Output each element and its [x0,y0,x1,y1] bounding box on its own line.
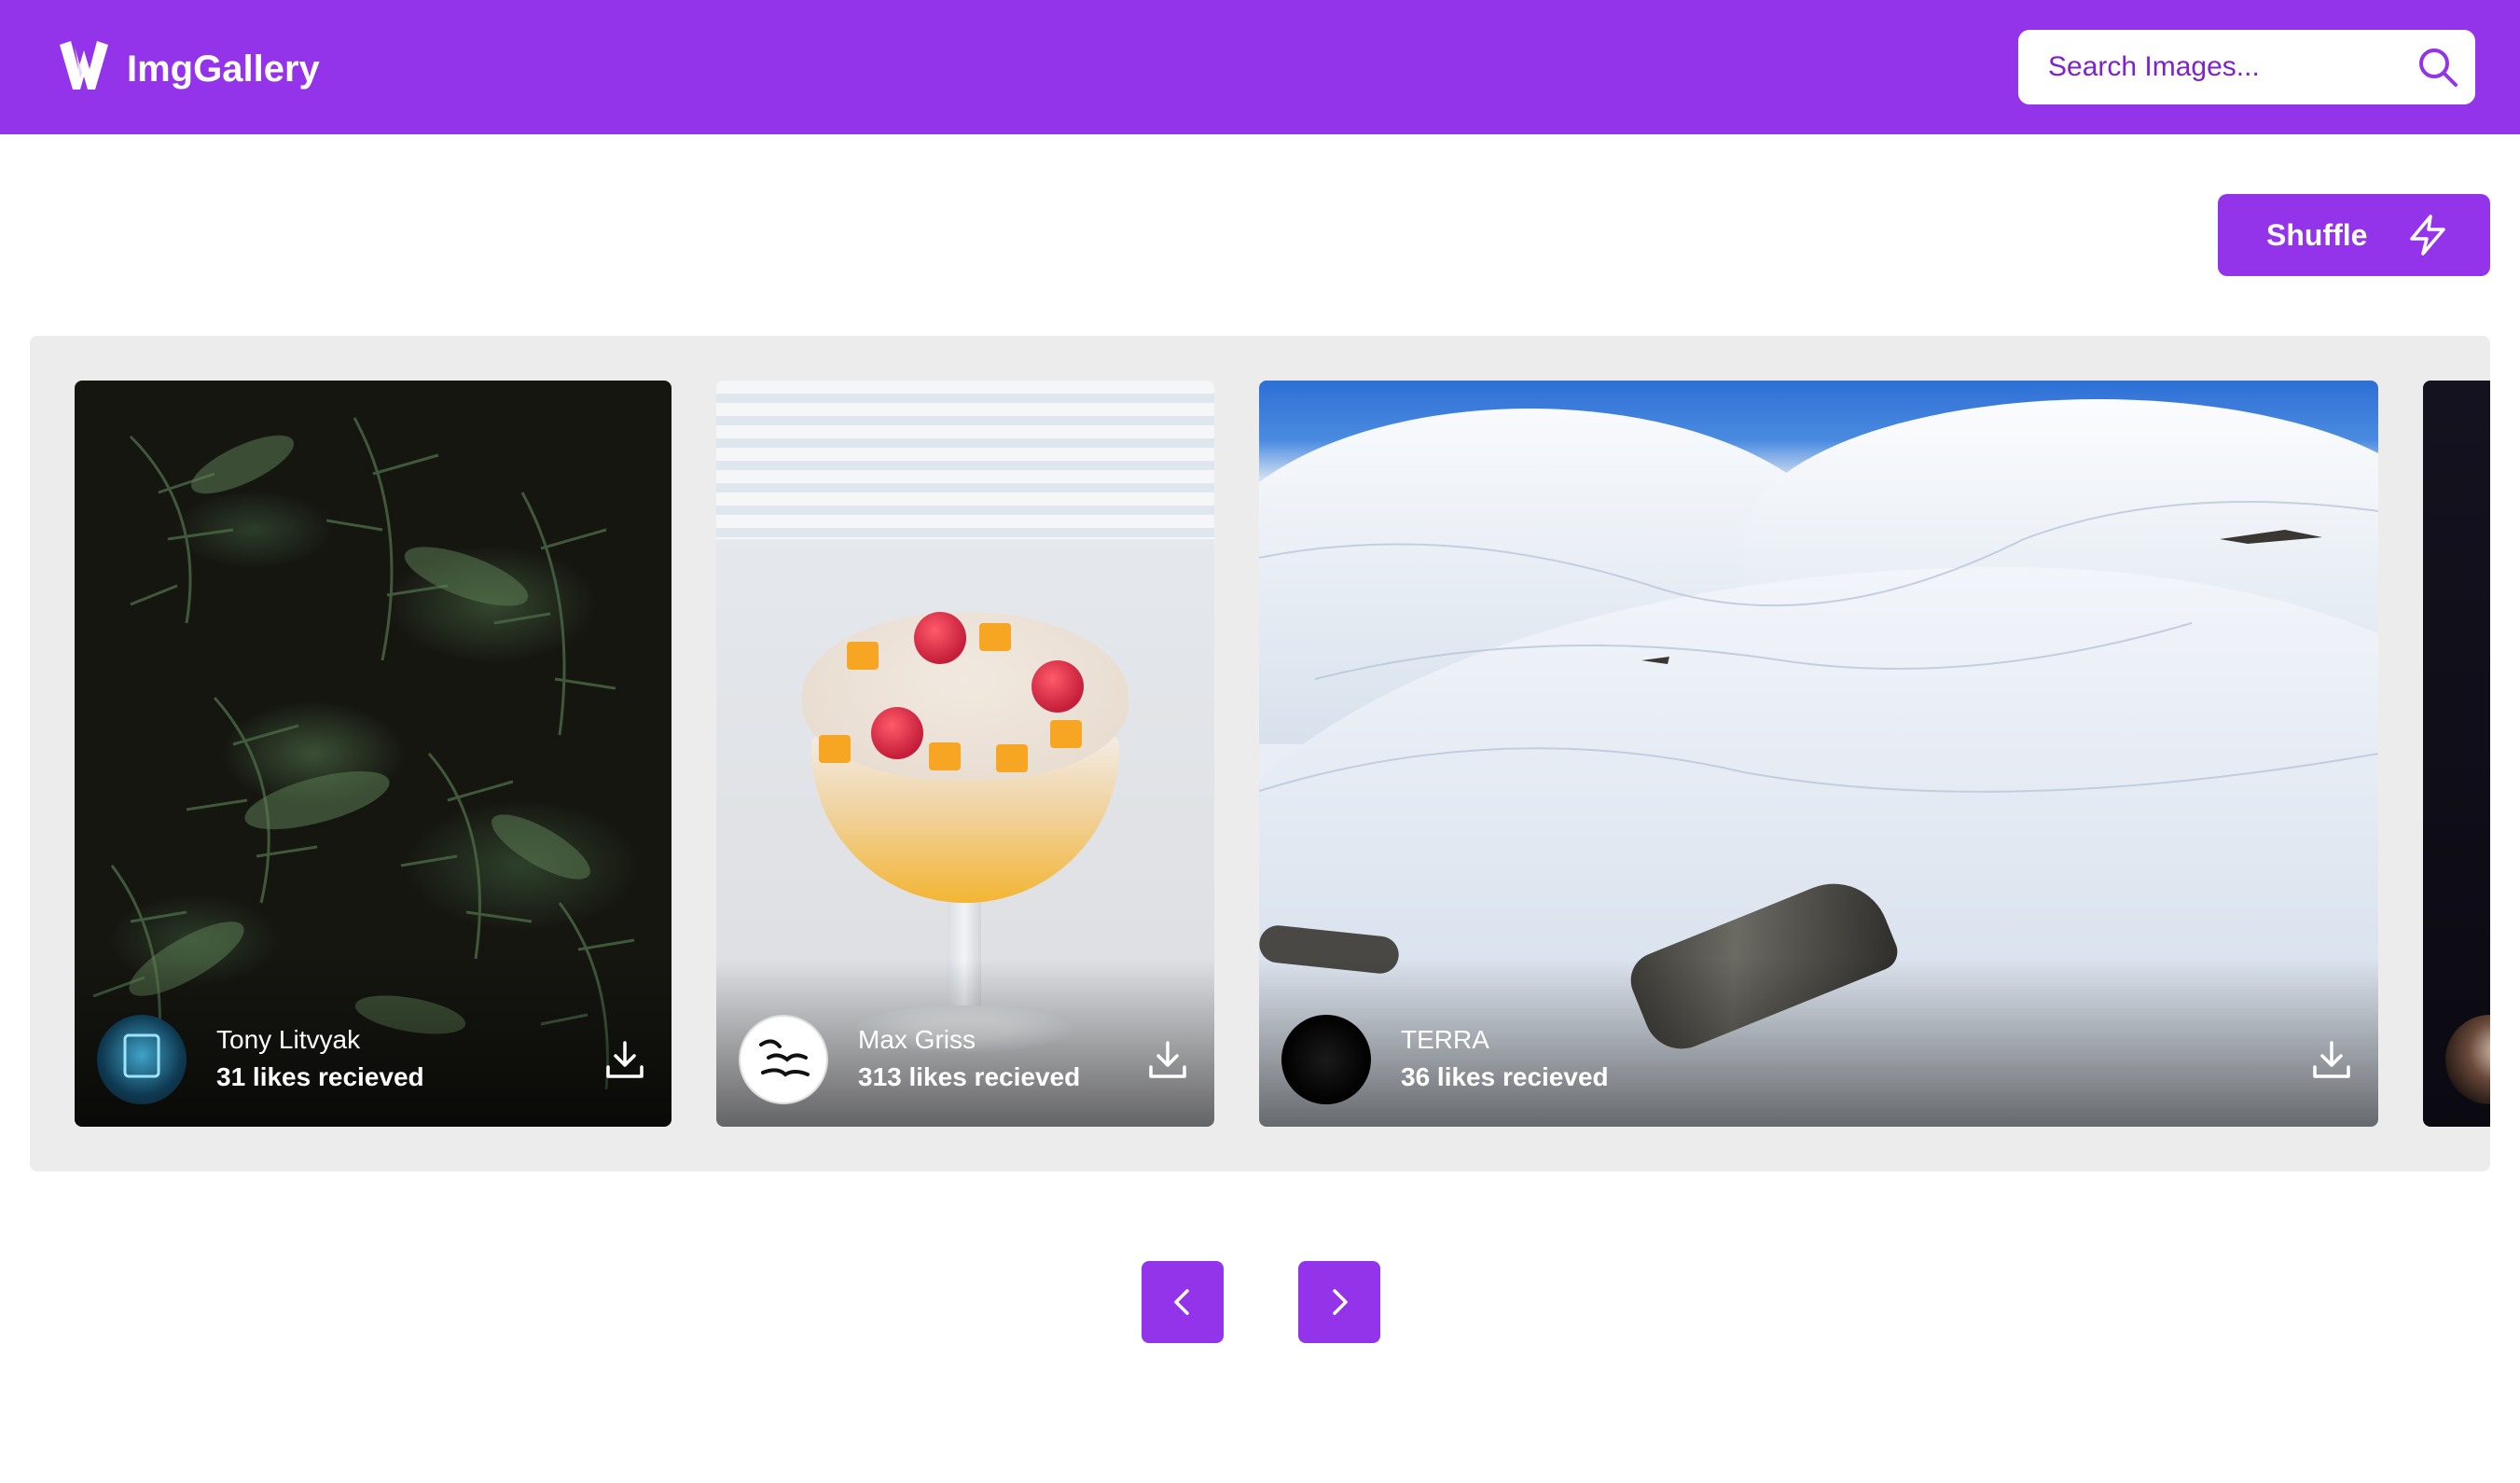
author-name: Max Griss [858,1025,976,1054]
chevron-right-icon [1333,1289,1348,1315]
mango-piece [979,623,1011,651]
shuffle-button[interactable]: Shuffle [2218,194,2490,276]
image-card[interactable] [2423,381,2490,1127]
image-card[interactable]: Max Griss 313 likes recieved [716,381,1214,1127]
header: ImgGallery [0,0,2520,134]
author-avatar[interactable] [97,1015,187,1104]
image-carousel: Tony Litvyak 31 likes recieved Max Griss… [30,336,2490,1171]
search-box [2018,30,2475,104]
chevron-left-icon [1174,1289,1189,1315]
mango-piece [847,642,879,670]
photo-dark [2423,381,2490,1127]
likes-count: 36 likes recieved [1401,1062,1609,1091]
author-name: TERRA [1401,1025,1489,1054]
prev-button[interactable] [1142,1261,1224,1343]
author-avatar[interactable] [1281,1015,1371,1104]
lightning-icon [2410,215,2445,256]
shuffle-label: Shuffle [2266,217,2368,252]
mango-piece [1050,720,1082,748]
likes-count: 31 likes recieved [216,1062,424,1091]
logo-icon[interactable] [58,41,110,91]
raspberry [1032,660,1084,713]
mango-piece [996,744,1028,772]
mango-piece [819,735,851,763]
image-card[interactable]: TERRA 36 likes recieved [1259,381,2378,1127]
raspberry [914,612,966,664]
download-icon[interactable] [1147,1039,1188,1080]
next-button[interactable] [1298,1261,1380,1343]
raspberry [871,707,923,759]
download-icon[interactable] [2311,1039,2352,1080]
search-icon[interactable] [2417,47,2458,88]
brand-name[interactable]: ImgGallery [127,45,320,93]
author-name: Tony Litvyak [216,1025,361,1054]
image-card[interactable]: Tony Litvyak 31 likes recieved [75,381,672,1127]
search-input[interactable] [2018,30,2401,104]
likes-count: 313 likes recieved [858,1062,1081,1091]
download-icon[interactable] [604,1039,645,1080]
mango-piece [929,742,961,770]
author-avatar[interactable] [739,1015,828,1104]
